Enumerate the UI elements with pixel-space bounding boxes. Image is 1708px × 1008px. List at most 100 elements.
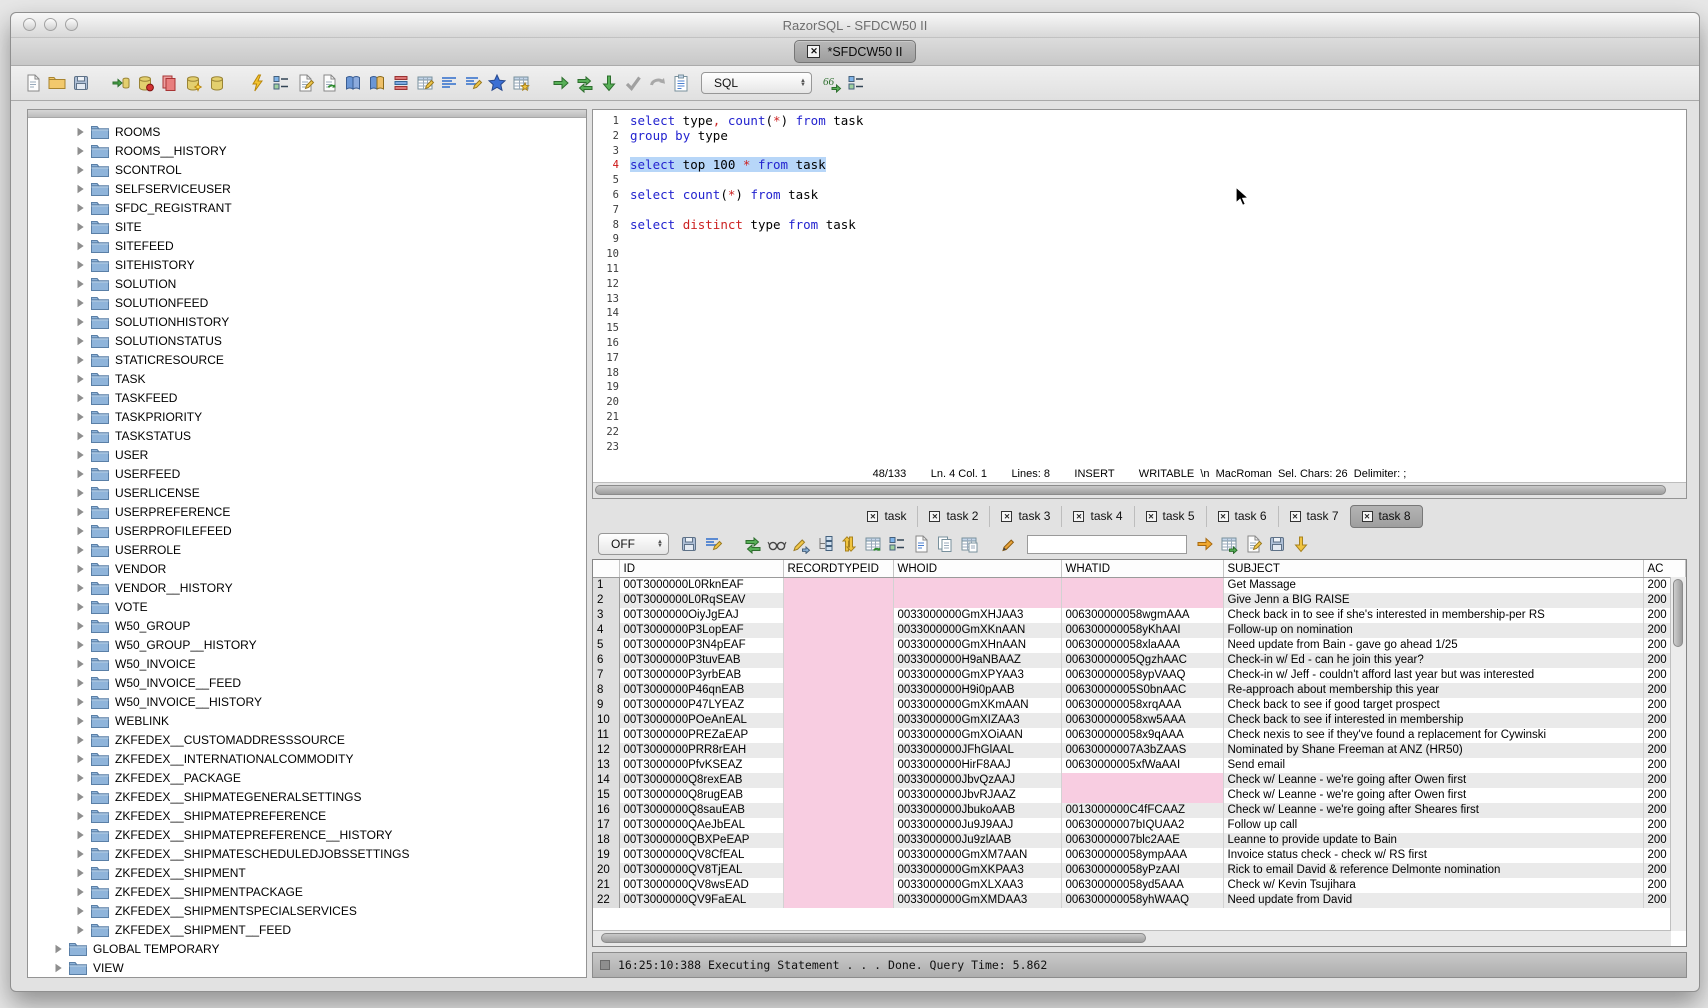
- minimize-window-button[interactable]: [44, 18, 57, 31]
- tree-item[interactable]: W50_GROUP: [28, 616, 586, 635]
- table-row[interactable]: 1000T3000000POeAnEAL0033000000GmXIZAA300…: [593, 713, 1686, 728]
- table-cell-null[interactable]: [783, 863, 893, 878]
- table-cell[interactable]: 00T3000000QV9FaEAL: [619, 893, 783, 908]
- tree-item[interactable]: ZKFEDEX__SHIPMENTSPECIALSERVICES: [28, 901, 586, 920]
- sql-editor[interactable]: 1234567891011121314151617181920212223 se…: [593, 110, 1686, 465]
- code-line[interactable]: [630, 144, 1686, 159]
- tree-item[interactable]: SOLUTIONSTATUS: [28, 331, 586, 350]
- disclosure-triangle-icon[interactable]: [76, 659, 85, 669]
- table-row[interactable]: 1800T3000000QBXPeEAP0033000000Ju9zlAAB00…: [593, 833, 1686, 848]
- table-cell-null[interactable]: [783, 878, 893, 893]
- tree-item[interactable]: WEBLINK: [28, 711, 586, 730]
- open-folder-icon[interactable]: [46, 72, 68, 94]
- table-cell[interactable]: 00630000005QgzhAAC: [1061, 653, 1223, 668]
- code-line[interactable]: select top 100 * from task: [630, 158, 1686, 173]
- connect-icon[interactable]: [110, 72, 132, 94]
- code-line[interactable]: [630, 351, 1686, 366]
- table-cell[interactable]: Check back in to see if she's interested…: [1223, 608, 1643, 623]
- tree-item[interactable]: ZKFEDEX__PACKAGE: [28, 768, 586, 787]
- code-line[interactable]: [630, 380, 1686, 395]
- select-columns-icon[interactable]: [886, 533, 908, 555]
- table-cell[interactable]: Check nexis to see if they've found a re…: [1223, 728, 1643, 743]
- table-cell-null[interactable]: [1061, 593, 1223, 608]
- table-cell[interactable]: 00T3000000Q8rugEAB: [619, 788, 783, 803]
- close-tab-icon[interactable]: ✕: [1073, 511, 1084, 522]
- table-cell[interactable]: Check w/ Leanne - we're going after Shea…: [1223, 803, 1643, 818]
- tree-item[interactable]: ZKFEDEX__SHIPMENT: [28, 863, 586, 882]
- close-tab-icon[interactable]: ✕: [929, 511, 940, 522]
- disclosure-triangle-icon[interactable]: [76, 621, 85, 631]
- disclosure-triangle-icon[interactable]: [76, 374, 85, 384]
- table-cell-null[interactable]: [783, 773, 893, 788]
- table-cell[interactable]: 006300000058xw5AAA: [1061, 713, 1223, 728]
- code-line[interactable]: [630, 232, 1686, 247]
- tree-item[interactable]: SOLUTION: [28, 274, 586, 293]
- result-tab[interactable]: ✕task 2: [917, 506, 989, 527]
- filter-rows-icon[interactable]: [702, 533, 724, 555]
- table-cell-null[interactable]: [783, 578, 893, 594]
- table-row[interactable]: 1700T3000000QAeJbEAL0033000000Ju9J9AAJ00…: [593, 818, 1686, 833]
- table-cell[interactable]: 00630000005xfWaAAI: [1061, 758, 1223, 773]
- result-tab[interactable]: ✕task 6: [1206, 506, 1278, 527]
- table-cell[interactable]: 0033000000JbvRJAAZ: [893, 788, 1061, 803]
- table-cell-null[interactable]: [1061, 773, 1223, 788]
- close-tab-icon[interactable]: ✕: [1001, 511, 1012, 522]
- code-line[interactable]: group by type: [630, 129, 1686, 144]
- table-cell[interactable]: 00T3000000QV8TjEAL: [619, 863, 783, 878]
- table-cell[interactable]: 0033000000Ju9J9AAJ: [893, 818, 1061, 833]
- table-cell[interactable]: 00630000007blc2AAE: [1061, 833, 1223, 848]
- disclosure-triangle-icon[interactable]: [76, 298, 85, 308]
- table-cell-null[interactable]: [1061, 788, 1223, 803]
- table-row[interactable]: 100T3000000L0RknEAFGet Massage200: [593, 578, 1686, 594]
- table-cell[interactable]: 006300000058yPzAAI: [1061, 863, 1223, 878]
- table-cell[interactable]: 00T3000000P47LYEAZ: [619, 698, 783, 713]
- table-cell[interactable]: 00T3000000P3tuvEAB: [619, 653, 783, 668]
- code-line[interactable]: [630, 321, 1686, 336]
- disclosure-triangle-icon[interactable]: [76, 887, 85, 897]
- table-cell[interactable]: 0033000000GmXM7AAN: [893, 848, 1061, 863]
- execute-lightning-icon[interactable]: [246, 72, 268, 94]
- tree-item[interactable]: SITE: [28, 217, 586, 236]
- table-cell-null[interactable]: [783, 788, 893, 803]
- tree-item[interactable]: ZKFEDEX__INTERNATIONALCOMMODITY: [28, 749, 586, 768]
- disclosure-triangle-icon[interactable]: [76, 754, 85, 764]
- table-row[interactable]: 900T3000000P47LYEAZ0033000000GmXKmAAN006…: [593, 698, 1686, 713]
- export-table-icon[interactable]: [1218, 533, 1240, 555]
- tree-item[interactable]: ZKFEDEX__SHIPMENT__FEED: [28, 920, 586, 939]
- table-cell[interactable]: 00T3000000QV8CfEAL: [619, 848, 783, 863]
- table-cell[interactable]: 0033000000GmXPYAA3: [893, 668, 1061, 683]
- table-cell[interactable]: 00T3000000Q8sauEAB: [619, 803, 783, 818]
- table-cell[interactable]: 0033000000GmXKmAAN: [893, 698, 1061, 713]
- table-cell-null[interactable]: [783, 623, 893, 638]
- table-cell-null[interactable]: [783, 713, 893, 728]
- disclosure-triangle-icon[interactable]: [76, 564, 85, 574]
- table-cell-null[interactable]: [783, 653, 893, 668]
- code-line[interactable]: [630, 425, 1686, 440]
- code-area[interactable]: select type, count(*) from taskgroup by …: [624, 114, 1686, 465]
- title-bar[interactable]: RazorSQL - SFDCW50 II: [11, 13, 1699, 38]
- results-horizontal-scrollbar[interactable]: [593, 930, 1671, 946]
- table-cell[interactable]: 0033000000GmXHJAA3: [893, 608, 1061, 623]
- table-cell[interactable]: Need update from David: [1223, 893, 1643, 908]
- table-cell[interactable]: 0033000000GmXIZAA3: [893, 713, 1061, 728]
- help-book-icon[interactable]: [366, 72, 388, 94]
- close-tab-icon[interactable]: ✕: [1146, 511, 1157, 522]
- list-results-icon[interactable]: [390, 72, 412, 94]
- table-cell[interactable]: 0033000000GmXHnAAN: [893, 638, 1061, 653]
- disclosure-triangle-icon[interactable]: [76, 716, 85, 726]
- row-limit-select[interactable]: OFF ▲▼: [598, 533, 669, 555]
- tree-item[interactable]: SCONTROL: [28, 160, 586, 179]
- table-row[interactable]: 1400T3000000Q8rexEAB0033000000JbvQzAAJCh…: [593, 773, 1686, 788]
- table-cell[interactable]: 00T3000000PREZaEAP: [619, 728, 783, 743]
- table-cell[interactable]: Leanne to provide update to Bain: [1223, 833, 1643, 848]
- table-cell[interactable]: 00T3000000OiyJgEAJ: [619, 608, 783, 623]
- disclosure-triangle-icon[interactable]: [76, 602, 85, 612]
- duplicate-red-icon[interactable]: [158, 72, 180, 94]
- tree-item[interactable]: SELFSERVICEUSER: [28, 179, 586, 198]
- result-tab[interactable]: ✕task 8: [1350, 505, 1423, 528]
- tree-item[interactable]: SITEFEED: [28, 236, 586, 255]
- close-window-button[interactable]: [23, 18, 36, 31]
- zoom-window-button[interactable]: [65, 18, 78, 31]
- tree-item[interactable]: ZKFEDEX__SHIPMATESCHEDULEDJOBSSETTINGS: [28, 844, 586, 863]
- sort-columns-icon[interactable]: [838, 533, 860, 555]
